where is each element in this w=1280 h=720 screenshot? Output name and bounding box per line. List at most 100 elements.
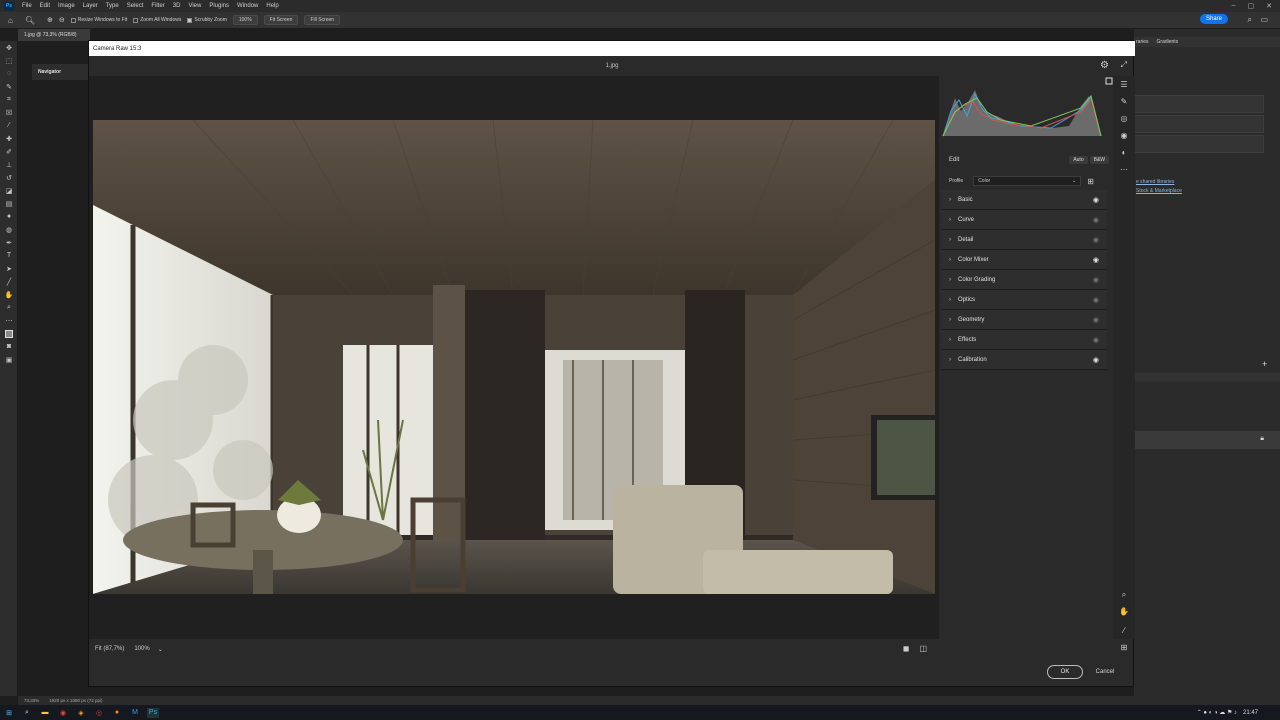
section-color-grading[interactable]: › Color Grading ◉ <box>941 270 1107 290</box>
section-detail[interactable]: › Detail ◉ <box>941 230 1107 250</box>
presets-icon[interactable]: ◐ <box>1113 144 1135 161</box>
eye-icon[interactable]: ◉ <box>1093 296 1099 304</box>
expand-icon[interactable]: ⤢ <box>1121 60 1127 70</box>
ok-button[interactable]: OK <box>1047 665 1083 679</box>
file-explorer-icon[interactable]: ▬ <box>39 708 51 718</box>
before-after-icon[interactable]: ◫ <box>919 644 927 653</box>
section-effects[interactable]: › Effects ◉ <box>941 330 1107 350</box>
maximize-icon[interactable]: ▢ <box>1248 2 1255 10</box>
more-options-icon[interactable]: ⋯ <box>1113 161 1135 178</box>
eyedropper-icon[interactable]: ⁄ <box>1113 622 1135 639</box>
zoom-out-icon[interactable]: ⊖ <box>59 16 65 24</box>
resize-windows-checkbox[interactable]: Resize Windows to Fit <box>70 17 127 23</box>
photoshop-taskbar-icon[interactable]: Ps <box>147 707 159 718</box>
zoom-value[interactable]: 100% <box>134 646 149 652</box>
quick-select-tool-icon[interactable]: ✎ <box>0 80 18 93</box>
fill-screen-button[interactable]: Fill Screen <box>304 15 341 25</box>
app-icon[interactable]: ◈ <box>75 708 87 718</box>
document-tab[interactable]: 1.jpg @ 73,3% (RGB/8) <box>18 29 90 41</box>
clock[interactable]: 21:47 <box>1243 710 1258 716</box>
menu-layer[interactable]: Layer <box>79 3 102 9</box>
dodge-tool-icon[interactable]: ◍ <box>0 223 18 236</box>
menu-select[interactable]: Select <box>123 3 148 9</box>
shared-libraries-link[interactable]: e shared libraries <box>1136 179 1174 185</box>
menu-image[interactable]: Image <box>54 3 79 9</box>
menu-edit[interactable]: Edit <box>36 3 54 9</box>
home-icon[interactable]: ⌂ <box>8 16 13 25</box>
add-icon[interactable]: + <box>1262 359 1267 369</box>
blur-tool-icon[interactable]: ● <box>0 210 18 223</box>
eraser-tool-icon[interactable]: ◪ <box>0 184 18 197</box>
menu-window[interactable]: Window <box>233 3 262 9</box>
menu-filter[interactable]: Filter <box>147 3 168 9</box>
hand-tool-icon[interactable]: ✋ <box>0 288 18 301</box>
menu-file[interactable]: File <box>18 3 36 9</box>
navigator-panel-tab[interactable]: Navigator <box>32 64 88 80</box>
menu-plugins[interactable]: Plugins <box>205 3 233 9</box>
workspace-icon[interactable]: ▭ <box>1260 15 1268 24</box>
lasso-tool-icon[interactable]: ◌ <box>0 67 18 80</box>
app-icon[interactable]: ● <box>111 708 123 718</box>
zoom-level[interactable]: 73,33% <box>24 698 39 703</box>
grid-overlay-icon[interactable]: ⊞ <box>1113 639 1135 656</box>
crop-tool-icon[interactable]: ⌗ <box>0 93 18 106</box>
quick-mask-icon[interactable]: ◙ <box>0 340 18 353</box>
healing-brush-icon[interactable]: ✚ <box>0 132 18 145</box>
eye-icon[interactable]: ◉ <box>1093 336 1099 344</box>
zoom-in-icon[interactable]: ⊕ <box>47 16 53 24</box>
menu-help[interactable]: Help <box>262 3 282 9</box>
masking-icon[interactable]: ◎ <box>1113 110 1135 127</box>
menu-view[interactable]: View <box>184 3 205 9</box>
screen-mode-icon[interactable]: ▣ <box>0 353 18 366</box>
eye-icon[interactable]: ◉ <box>1093 256 1099 264</box>
section-calibration[interactable]: › Calibration ◉ <box>941 350 1107 370</box>
menu-type[interactable]: Type <box>102 3 123 9</box>
windows-start-icon[interactable]: ⊞ <box>3 708 15 718</box>
fit-zoom-button[interactable]: Fit (87,7%) <box>95 646 124 652</box>
history-brush-icon[interactable]: ↺ <box>0 171 18 184</box>
brush-tool-icon[interactable]: ✐ <box>0 145 18 158</box>
tab-gradients[interactable]: Gradients <box>1157 39 1179 45</box>
eye-icon[interactable]: ◉ <box>1093 316 1099 324</box>
section-geometry[interactable]: › Geometry ◉ <box>941 310 1107 330</box>
chevron-down-icon[interactable]: ⌄ <box>158 646 163 653</box>
path-select-icon[interactable]: ➤ <box>0 262 18 275</box>
type-tool-icon[interactable]: T <box>0 249 18 262</box>
photo-preview[interactable] <box>93 120 935 594</box>
tab-libraries[interactable]: raries <box>1136 39 1149 45</box>
section-optics[interactable]: › Optics ◉ <box>941 290 1107 310</box>
zoom-100-button[interactable]: 100% <box>232 15 258 25</box>
search-icon[interactable]: ⌕ <box>1248 15 1252 25</box>
color-swatches-icon[interactable] <box>0 327 18 340</box>
eye-icon[interactable]: ◉ <box>1093 356 1099 364</box>
gradient-tool-icon[interactable]: ▤ <box>0 197 18 210</box>
cancel-button[interactable]: Cancel <box>1089 665 1121 679</box>
tray-icons[interactable]: ⌃ ● ◐ ◑ ☁ ⚑ ♪ <box>1197 709 1237 716</box>
minimize-icon[interactable]: – <box>1232 2 1236 10</box>
eyedropper-tool-icon[interactable]: ⁄ <box>0 119 18 132</box>
profile-browser-icon[interactable]: ⊞ <box>1087 177 1094 186</box>
bw-button[interactable]: B&W <box>1089 156 1109 164</box>
scrubby-zoom-checkbox[interactable]: Scrubby Zoom <box>187 17 227 23</box>
layer-row[interactable]: 🔒︎ <box>1134 431 1280 449</box>
chrome-icon[interactable]: ◉ <box>57 708 69 718</box>
zoom-tool-icon[interactable]: 🔍︎ <box>25 16 35 25</box>
eye-icon[interactable]: ◉ <box>1093 236 1099 244</box>
section-basic[interactable]: › Basic ◉ <box>941 190 1107 210</box>
line-tool-icon[interactable]: ╱ <box>0 275 18 288</box>
zoom-tool-icon[interactable]: ⌕ <box>0 301 18 314</box>
hand-icon[interactable]: ✋ <box>1113 603 1135 620</box>
close-icon[interactable]: ✕ <box>1266 2 1272 10</box>
search-icon[interactable]: ⌕ <box>21 708 33 718</box>
stamp-tool-icon[interactable]: ⊥ <box>0 158 18 171</box>
zoom-icon[interactable]: ⌕ <box>1113 586 1135 603</box>
section-color-mixer[interactable]: › Color Mixer ◉ <box>941 250 1107 270</box>
edit-sliders-icon[interactable]: ☰ <box>1113 76 1135 93</box>
share-button[interactable]: Share <box>1199 14 1228 24</box>
eye-icon[interactable]: ◉ <box>1093 216 1099 224</box>
eye-icon[interactable]: ◉ <box>1093 196 1099 204</box>
move-tool-icon[interactable]: ✥ <box>0 41 18 54</box>
app-icon[interactable]: M <box>129 708 141 718</box>
auto-button[interactable]: Auto <box>1069 156 1088 164</box>
healing-icon[interactable]: ✎ <box>1113 93 1135 110</box>
